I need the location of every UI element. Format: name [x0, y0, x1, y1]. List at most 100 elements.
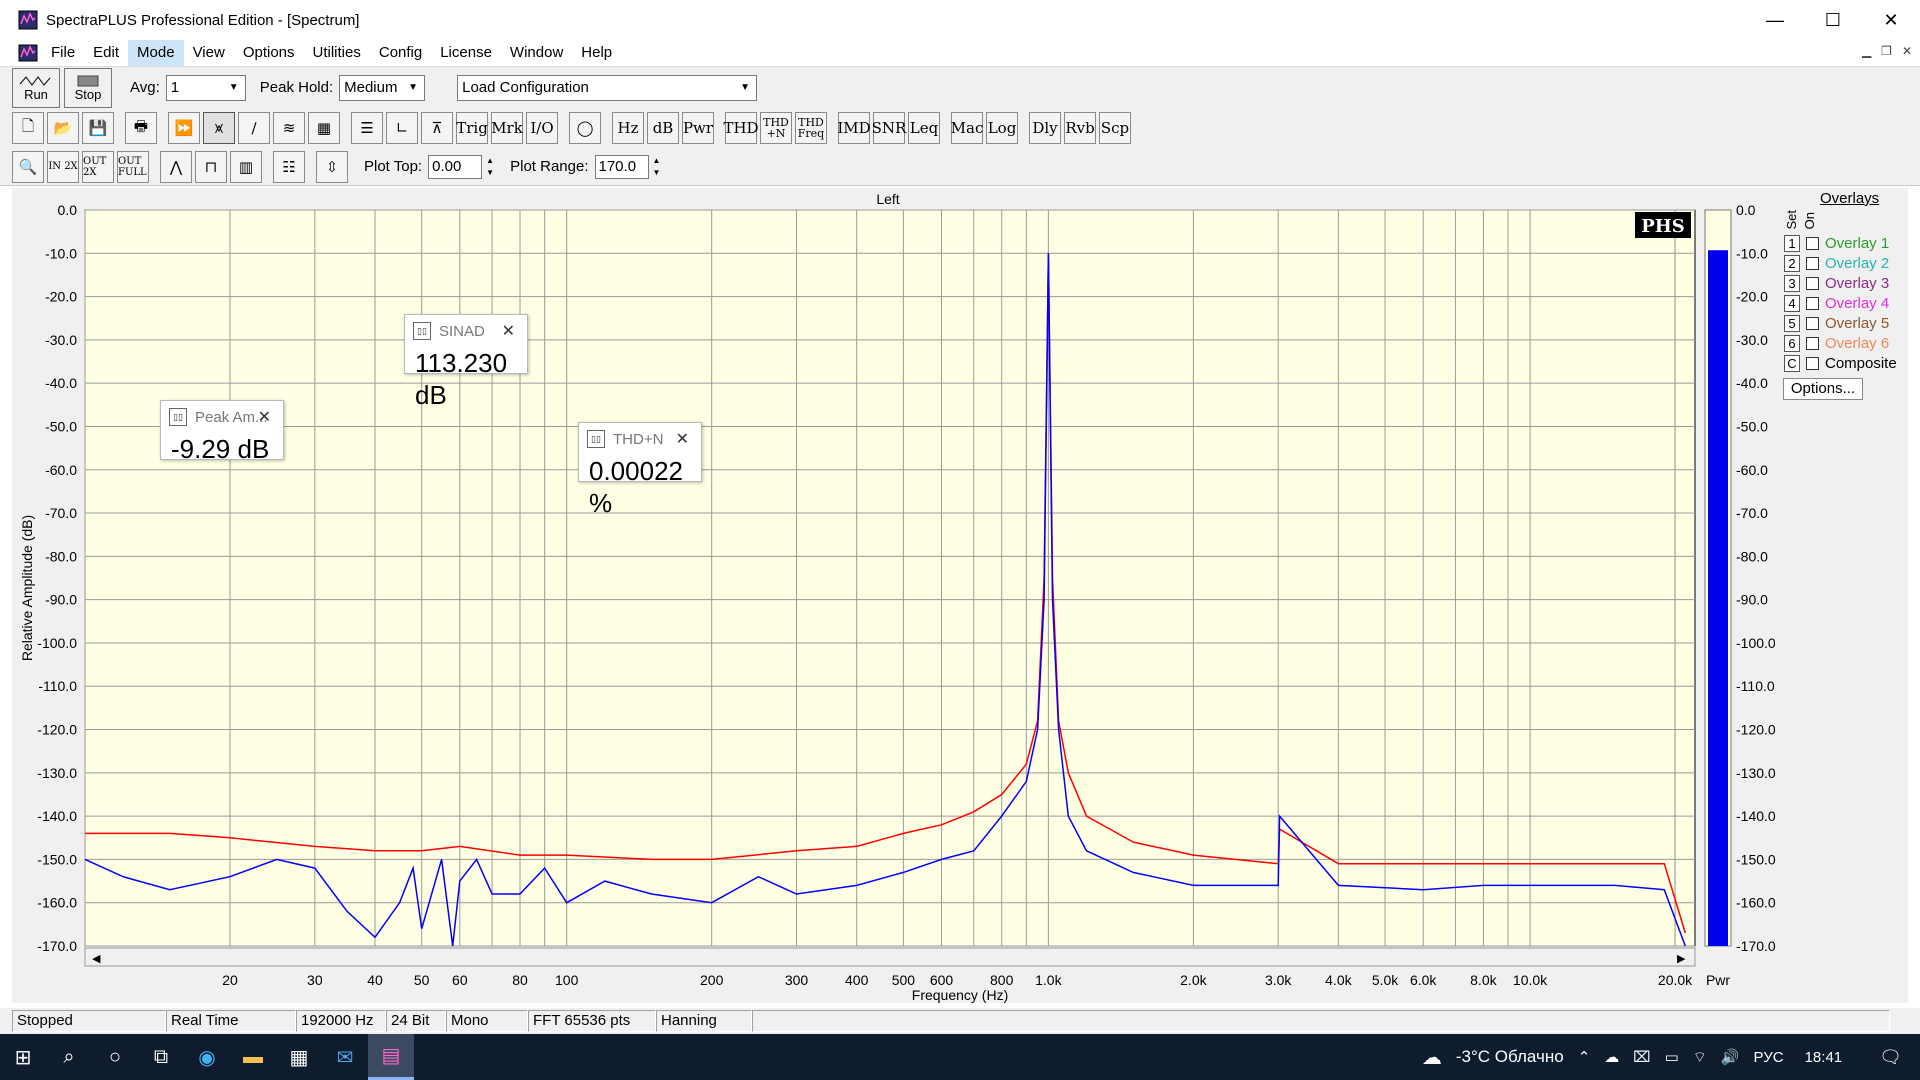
meter-header[interactable]: ▯▯ SINAD ✕ [405, 315, 527, 347]
overlay-row-1[interactable]: 1 Overlay 1 [1784, 234, 1889, 253]
scale-button[interactable]: ⇳ [316, 150, 348, 183]
zoom-out-full-button[interactable]: OUT FULL [117, 150, 149, 183]
meter-header[interactable]: ▯▯ THD+N ✕ [579, 423, 701, 455]
overlay-set-button[interactable]: C [1784, 355, 1800, 372]
close-icon[interactable]: ✕ [258, 407, 271, 427]
overlay-set-button[interactable]: 3 [1784, 275, 1800, 292]
overlay-set-button[interactable]: 5 [1784, 315, 1800, 332]
spinner-icon[interactable]: ▲ ▼ [483, 155, 497, 179]
overlay-checkbox[interactable] [1806, 277, 1819, 290]
mdi-minimize-icon[interactable]: ▁ [1862, 44, 1871, 58]
scp-button[interactable]: Scp [1099, 112, 1131, 144]
rvb-button[interactable]: Rvb [1064, 112, 1096, 144]
overlay-checkbox[interactable] [1806, 257, 1819, 270]
meter-header[interactable]: ▯▯ Peak Am... ✕ [161, 401, 283, 433]
search-icon[interactable]: ⌕ [46, 1034, 92, 1080]
load-config-select[interactable]: Load Configuration ▼ [457, 74, 758, 101]
thd-button[interactable]: THD [723, 112, 759, 144]
battery-icon[interactable]: ▭ [1665, 1048, 1679, 1066]
overlay-set-button[interactable]: 6 [1784, 335, 1800, 352]
menu-options[interactable]: Options [234, 40, 304, 66]
task-view-icon[interactable]: ⧉ [138, 1034, 184, 1080]
pwr-button[interactable]: Pwr [682, 112, 714, 144]
overlay-checkbox[interactable] [1806, 317, 1819, 330]
mac-button[interactable]: Mac [951, 112, 983, 144]
weather-text[interactable]: -3°C Облачно [1456, 1047, 1564, 1067]
menu-edit[interactable]: Edit [84, 40, 128, 66]
leq-button[interactable]: Leq [908, 112, 940, 144]
zoom-button[interactable]: 🔍 [12, 150, 44, 183]
network-device-icon[interactable]: ⌧ [1633, 1048, 1650, 1066]
chevron-down-icon[interactable]: ▼ [736, 78, 754, 98]
overlay-checkbox[interactable] [1806, 337, 1819, 350]
wifi-icon[interactable]: ⌔ [1693, 1048, 1707, 1067]
dly-button[interactable]: Dly [1029, 112, 1061, 144]
step-plot-button[interactable]: ⊓ [195, 150, 227, 183]
thd-freq-button[interactable]: THD Freq [795, 112, 827, 144]
clock[interactable]: 18:41 [1805, 1049, 1843, 1066]
snr-button[interactable]: SNR [872, 112, 906, 144]
menu-file[interactable]: File [42, 40, 84, 66]
imd-button[interactable]: IMD [837, 112, 871, 144]
menu-window[interactable]: Window [501, 40, 572, 66]
trig-button[interactable]: Trig [456, 112, 488, 144]
db-button[interactable]: dB [647, 112, 679, 144]
windows-start-icon[interactable]: ⊞ [0, 1034, 46, 1080]
menu-help[interactable]: Help [572, 40, 621, 66]
edge-browser-icon[interactable]: ◉ [184, 1034, 230, 1080]
overlay-set-button[interactable]: 4 [1784, 295, 1800, 312]
menu-mode[interactable]: Mode [128, 40, 184, 66]
avg-select[interactable]: 1 ▼ [165, 74, 246, 101]
io-button[interactable]: I/O [526, 112, 558, 144]
plot-range-input[interactable]: 170.0 ▲ ▼ [594, 154, 660, 179]
phase-mode-button[interactable]: ≋ [273, 112, 305, 144]
generator-button[interactable]: ◯ [569, 112, 601, 144]
store-icon[interactable]: ▦ [276, 1034, 322, 1080]
file-explorer-icon[interactable]: ▬ [230, 1034, 276, 1080]
save-file-button[interactable]: 💾 [82, 112, 114, 144]
open-file-button[interactable]: 📂 [47, 112, 79, 144]
log-button[interactable]: Log [986, 112, 1018, 144]
menu-config[interactable]: Config [370, 40, 431, 66]
menu-utilities[interactable]: Utilities [304, 40, 370, 66]
spectrum-mode-button[interactable]: ⩙ [203, 112, 235, 144]
spinner-icon[interactable]: ▲ ▼ [650, 155, 664, 179]
bar-plot-button[interactable]: ▥ [230, 150, 262, 183]
overlay-checkbox[interactable] [1806, 297, 1819, 310]
overlay-row-2[interactable]: 2 Overlay 2 [1784, 254, 1889, 273]
overlay-set-button[interactable]: 2 [1784, 255, 1800, 272]
minimize-button[interactable]: — [1746, 0, 1804, 40]
onedrive-icon[interactable]: ☁ [1604, 1048, 1619, 1066]
maximize-button[interactable]: ☐ [1804, 0, 1862, 40]
notifications-icon[interactable]: 🗨 [1879, 1047, 1902, 1068]
line-plot-button[interactable]: ⋀ [160, 150, 192, 183]
new-file-button[interactable]: 🗋 [12, 112, 44, 144]
cortana-icon[interactable]: ○ [92, 1034, 138, 1080]
axis-button[interactable]: ∟ [386, 112, 418, 144]
menu-license[interactable]: License [431, 40, 501, 66]
close-icon[interactable]: ✕ [676, 429, 689, 449]
overlay-row-composite[interactable]: C Composite [1784, 354, 1897, 373]
spectraplus-taskbar-icon[interactable]: ▤ [368, 1034, 414, 1080]
overlay-row-6[interactable]: 6 Overlay 6 [1784, 334, 1889, 353]
spectrum-chart[interactable]: 0.0 -10.0 -20.0 -30.0 -40.0 -50.0 -60.0 -70.0 -8… [12, 188, 1776, 1003]
octave-bands-button[interactable]: ☷ [273, 150, 305, 183]
peak-amplitude-meter[interactable]: ▯▯ Peak Am... ✕ -9.29 dB [160, 400, 284, 464]
thdn-button[interactable]: THD +N [760, 112, 792, 144]
overlay-options-button[interactable]: Options... [1783, 378, 1863, 400]
spectrogram-button[interactable]: ☰ [351, 112, 383, 144]
thdn-meter[interactable]: ▯▯ THD+N ✕ 0.00022 % [578, 422, 702, 518]
chevron-down-icon[interactable]: ▼ [404, 78, 422, 98]
close-icon[interactable]: ✕ [502, 321, 515, 341]
fast-forward-button[interactable]: ⏩ [168, 112, 200, 144]
menu-view[interactable]: View [184, 40, 234, 66]
peak-hold-select[interactable]: Medium ▼ [339, 74, 426, 101]
zoom-in-2x-button[interactable]: IN 2X [47, 150, 79, 183]
print-button[interactable]: 🖶 [125, 112, 157, 144]
language-indicator[interactable]: РУС [1754, 1049, 1784, 1066]
run-button[interactable]: Run [12, 67, 60, 108]
zoom-out-2x-button[interactable]: OUT 2X [82, 150, 114, 183]
overlay-checkbox[interactable] [1806, 237, 1819, 250]
overlay-checkbox[interactable] [1806, 357, 1819, 370]
plot-top-input[interactable]: 0.00 ▲ ▼ [428, 154, 494, 179]
